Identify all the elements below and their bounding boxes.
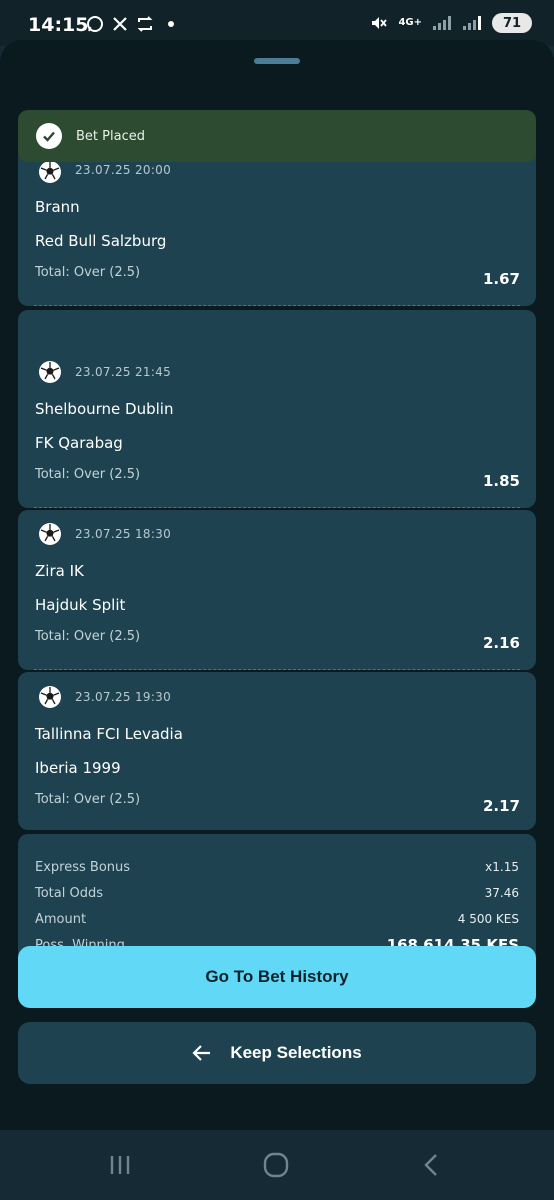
more-notifications-dot bbox=[168, 21, 174, 27]
bet-odds: 1.85 bbox=[482, 472, 520, 490]
away-team: Red Bull Salzburg bbox=[35, 232, 167, 250]
bet-datetime: 23.07.25 20:00 bbox=[75, 163, 172, 177]
amount-value: 4 500 KES bbox=[457, 912, 519, 926]
bet-card: 23.07.25 21:45 Shelbourne Dublin FK Qara… bbox=[18, 310, 536, 508]
battery-indicator: 71 bbox=[492, 13, 532, 33]
express-bonus-label: Express Bonus bbox=[35, 859, 131, 875]
amount-row: Amount 4 500 KES bbox=[35, 909, 519, 929]
signal-icon bbox=[433, 16, 451, 30]
bet-datetime: 23.07.25 18:30 bbox=[75, 527, 172, 541]
bet-odds: 2.17 bbox=[482, 797, 520, 815]
soccer-ball-icon bbox=[39, 161, 61, 183]
bet-datetime: 23.07.25 19:30 bbox=[75, 690, 172, 704]
keep-selections-label: Keep Selections bbox=[230, 1043, 362, 1062]
bet-odds: 1.67 bbox=[482, 270, 520, 288]
x-icon bbox=[113, 17, 127, 31]
keep-selections-button[interactable]: Keep Selections bbox=[18, 1022, 536, 1084]
bet-market: Total: Over (2.5) bbox=[35, 629, 141, 644]
bet-market: Total: Over (2.5) bbox=[35, 792, 141, 807]
total-odds-row: Total Odds 37.46 bbox=[35, 883, 519, 903]
signal-icon-2 bbox=[463, 16, 481, 30]
arrow-left-icon bbox=[192, 1045, 211, 1061]
home-team: Shelbourne Dublin bbox=[35, 400, 174, 418]
home-icon[interactable] bbox=[261, 1150, 291, 1180]
mute-icon bbox=[372, 17, 388, 29]
bet-market: Total: Over (2.5) bbox=[35, 265, 141, 280]
ticket-divider bbox=[34, 669, 520, 670]
away-team: Iberia 1999 bbox=[35, 759, 121, 777]
system-nav-bar bbox=[0, 1130, 554, 1200]
express-bonus-value: x1.15 bbox=[485, 860, 519, 874]
bet-card: 23.07.25 18:30 Zira IK Hajduk Split Tota… bbox=[18, 510, 536, 670]
bet-market: Total: Over (2.5) bbox=[35, 467, 141, 482]
home-team: Tallinna FCI Levadia bbox=[35, 725, 183, 743]
drag-handle[interactable] bbox=[254, 58, 300, 64]
toast-text: Bet Placed bbox=[76, 128, 145, 144]
back-icon[interactable] bbox=[416, 1150, 446, 1180]
away-team: FK Qarabag bbox=[35, 434, 123, 452]
total-odds-value: 37.46 bbox=[484, 886, 519, 900]
bet-card: 23.07.25 19:30 Tallinna FCI Levadia Iber… bbox=[18, 672, 536, 830]
ticket-divider bbox=[34, 305, 520, 306]
express-bonus-row: Express Bonus x1.15 bbox=[35, 857, 519, 877]
bet-placed-toast: Bet Placed bbox=[18, 110, 536, 162]
go-to-bet-history-button[interactable]: Go To Bet History bbox=[18, 946, 536, 1008]
recent-apps-icon[interactable] bbox=[105, 1150, 135, 1180]
soccer-ball-icon bbox=[39, 686, 61, 708]
bet-datetime: 23.07.25 21:45 bbox=[75, 365, 172, 379]
repost-icon bbox=[137, 16, 153, 32]
soccer-ball-icon bbox=[39, 361, 61, 383]
network-type: 4G+ bbox=[398, 17, 422, 28]
bet-placed-sheet: 23.07.25 20:00 Brann Red Bull Salzburg T… bbox=[0, 40, 554, 1130]
bet-card: 23.07.25 20:00 Brann Red Bull Salzburg T… bbox=[18, 150, 536, 306]
soccer-ball-icon bbox=[39, 523, 61, 545]
home-team: Zira IK bbox=[35, 562, 84, 580]
bet-odds: 2.16 bbox=[482, 634, 520, 652]
status-time: 14:15 bbox=[28, 14, 89, 36]
amount-label: Amount bbox=[35, 911, 87, 927]
ticket-divider bbox=[34, 507, 520, 508]
total-odds-label: Total Odds bbox=[35, 885, 104, 901]
whatsapp-icon bbox=[87, 16, 103, 32]
away-team: Hajduk Split bbox=[35, 596, 126, 614]
home-team: Brann bbox=[35, 198, 80, 216]
notification-icons bbox=[86, 15, 174, 33]
check-icon bbox=[36, 123, 62, 149]
system-icons: 4G+ 71 bbox=[370, 13, 532, 33]
bet-list[interactable]: 23.07.25 20:00 Brann Red Bull Salzburg T… bbox=[18, 150, 536, 968]
